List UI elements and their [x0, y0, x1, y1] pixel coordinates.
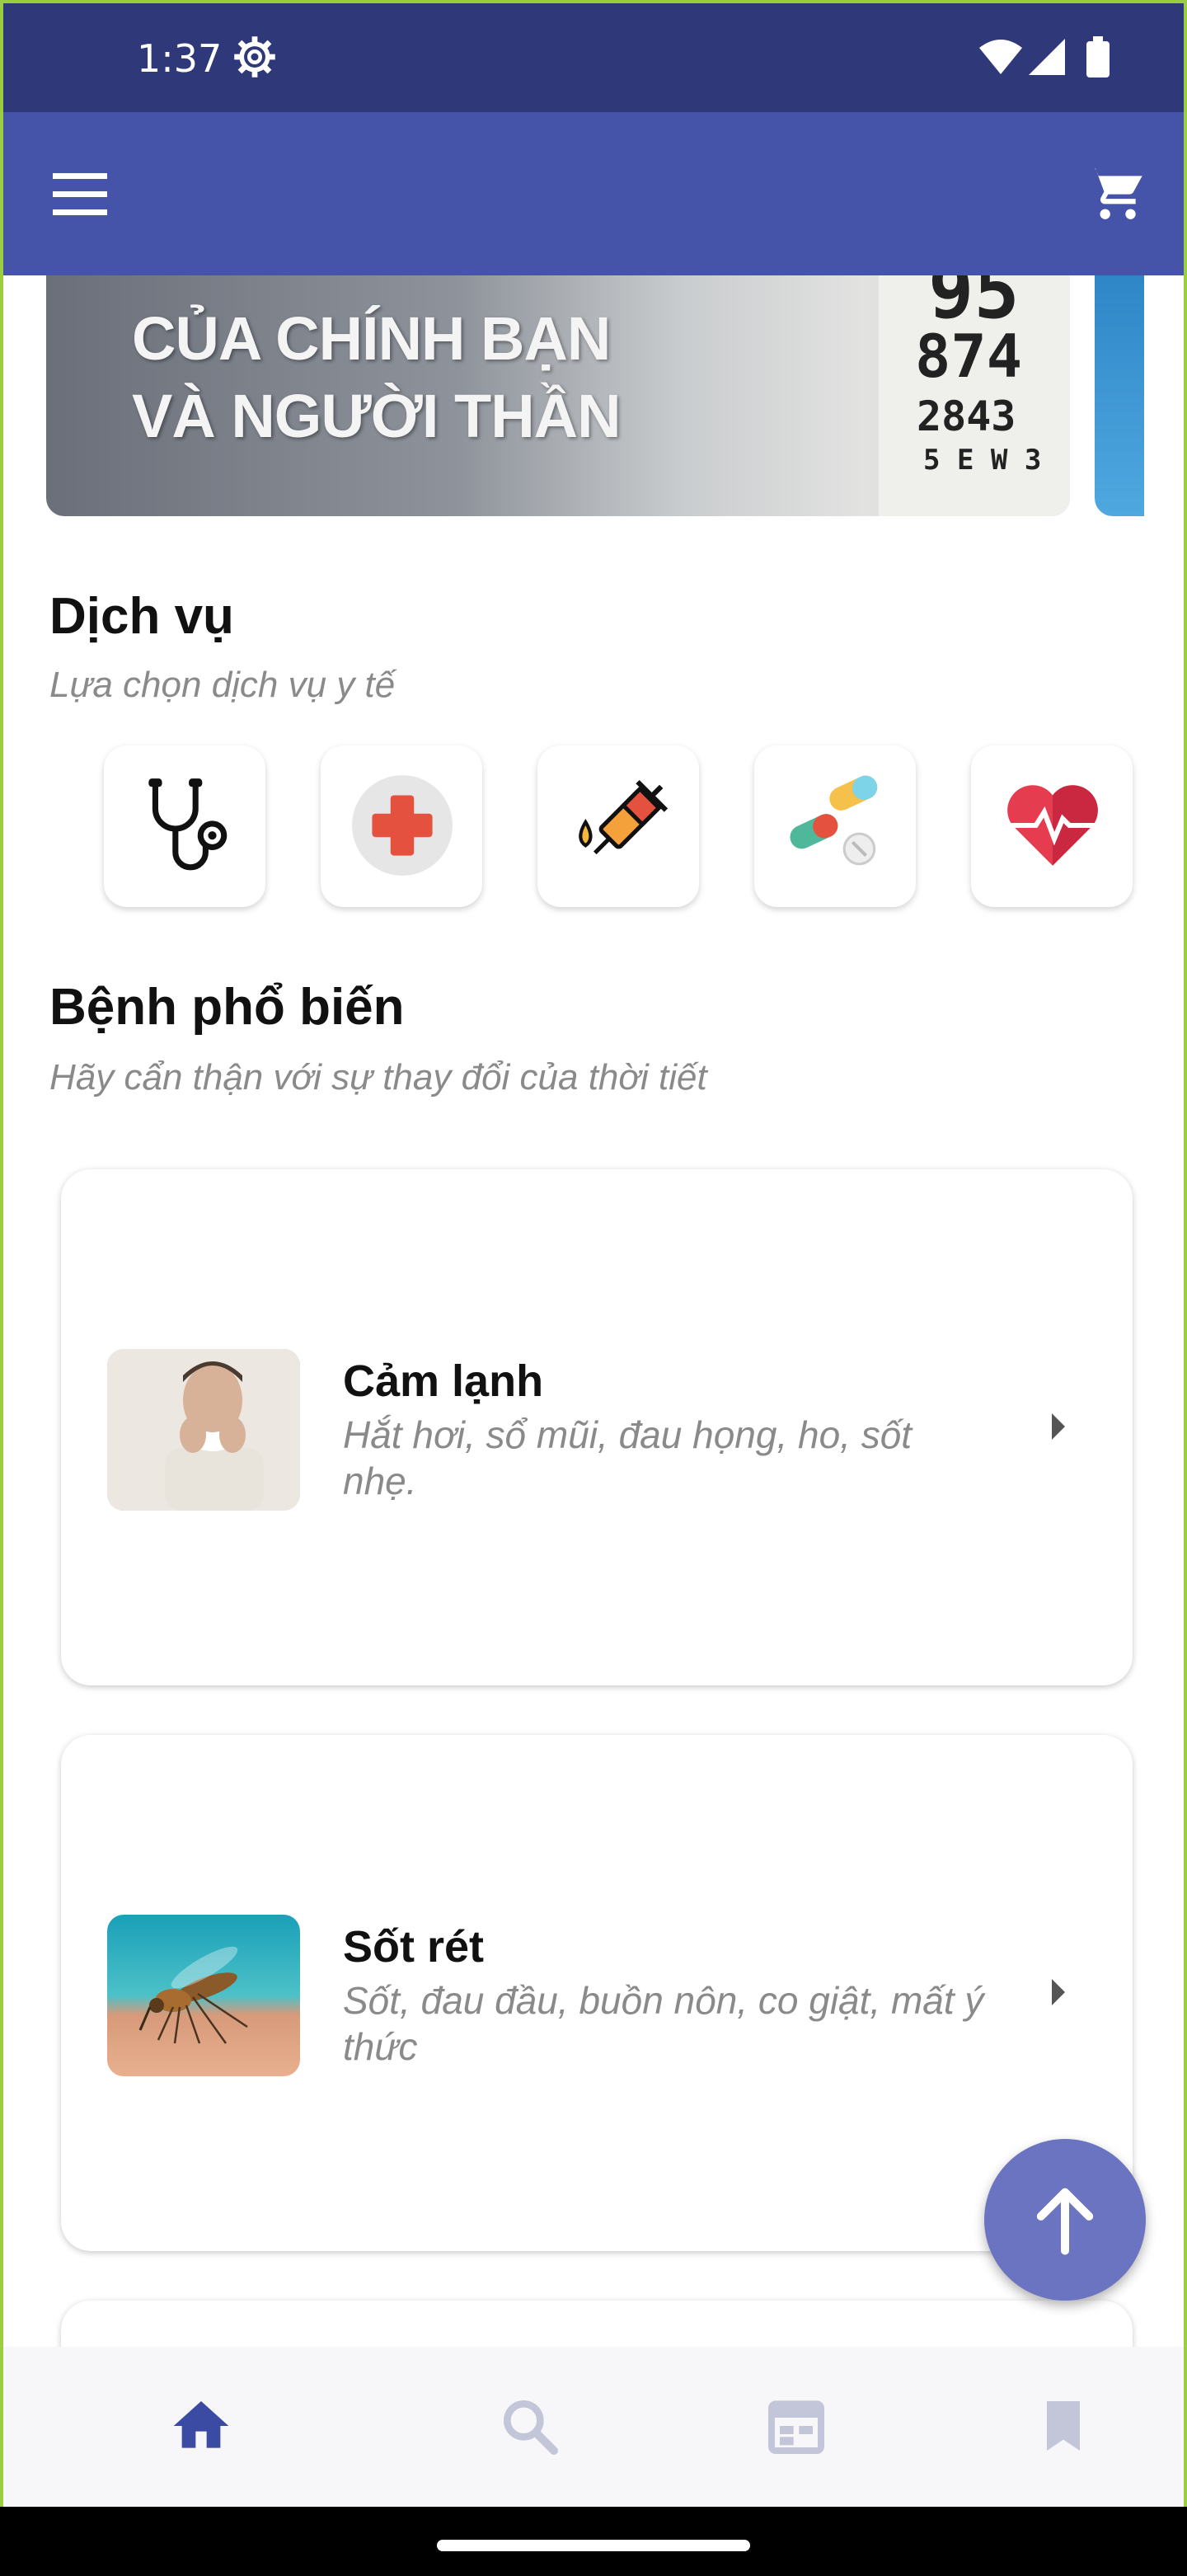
chevron-right-icon [1052, 1979, 1065, 2005]
disease-description: Hắt hơi, sổ mũi, đau họng, ho, sốt nhẹ. [343, 1413, 913, 1502]
disease-description: Sốt, đau đầu, buồn nôn, co giật, mất ý t… [343, 1979, 984, 2068]
bookmark-icon[interactable] [1030, 2393, 1096, 2459]
bottom-navigation [3, 2347, 1184, 2507]
banner-text-line-1: CỦA CHÍNH BẠN [132, 304, 611, 373]
home-icon[interactable] [168, 2393, 234, 2459]
system-navigation-bar [0, 2507, 1187, 2576]
promo-banner[interactable]: 95 874 2843 5 E W 3 CỦA CHÍNH BẠN VÀ NGƯ… [46, 275, 1070, 516]
medical-cross-icon [352, 775, 453, 876]
disease-card[interactable]: Cảm lạnh Hắt hơi, sổ mũi, đau họng, ho, … [61, 1169, 1133, 1685]
service-item[interactable] [971, 745, 1133, 907]
syringe-icon [579, 779, 669, 855]
disease-name: Sốt rét [343, 1922, 485, 1972]
eye-chart-row: 2843 [917, 393, 1016, 440]
services-subtitle: Lựa chọn dịch vụ y tế [49, 665, 396, 705]
eye-chart-row: 874 [915, 322, 1023, 391]
search-icon[interactable] [496, 2393, 562, 2459]
services-list [3, 745, 1184, 910]
banner-text-line-2: VÀ NGƯỜI THẦN [132, 382, 622, 450]
signal-icon [1029, 39, 1065, 75]
diseases-title: Bệnh phổ biến [49, 979, 405, 1036]
disease-image [107, 1915, 300, 2076]
disease-card[interactable]: Sốt rét Sốt, đau đầu, buồn nôn, co giật,… [61, 1735, 1133, 2251]
next-banner-peek[interactable] [1095, 275, 1144, 516]
cart-icon[interactable] [1083, 163, 1147, 224]
mosquito-image [107, 1915, 300, 2076]
pills-icon [790, 775, 878, 866]
heart-pulse-icon [1007, 785, 1098, 866]
scroll-to-top-button[interactable] [984, 2139, 1146, 2301]
status-bar: 1:37 [3, 3, 1184, 112]
calendar-icon[interactable] [763, 2393, 829, 2459]
settings-gear-icon [234, 36, 275, 78]
menu-icon[interactable] [53, 173, 107, 216]
service-item[interactable] [754, 745, 916, 907]
eye-chart-row: 5 E W 3 [923, 444, 1042, 477]
disease-name: Cảm lạnh [343, 1356, 544, 1406]
wifi-icon [979, 40, 1022, 74]
status-time: 1:37 [137, 36, 223, 81]
eye-chart-image: 95 874 2843 5 E W 3 [879, 275, 1070, 516]
service-item[interactable] [104, 745, 265, 907]
service-item[interactable] [321, 745, 482, 907]
battery-icon [1086, 36, 1110, 78]
disease-image [107, 1349, 300, 1511]
diseases-subtitle: Hãy cẩn thận với sự thay đổi của thời ti… [49, 1057, 707, 1098]
stethoscope-icon [148, 778, 228, 871]
cold-person-image [107, 1349, 300, 1511]
service-item[interactable] [537, 745, 699, 907]
services-title: Dịch vụ [49, 588, 234, 645]
arrow-up-icon [1036, 2188, 1094, 2255]
app-bar [3, 112, 1184, 275]
chevron-right-icon [1052, 1413, 1065, 1440]
home-gesture-handle[interactable] [437, 2540, 750, 2551]
